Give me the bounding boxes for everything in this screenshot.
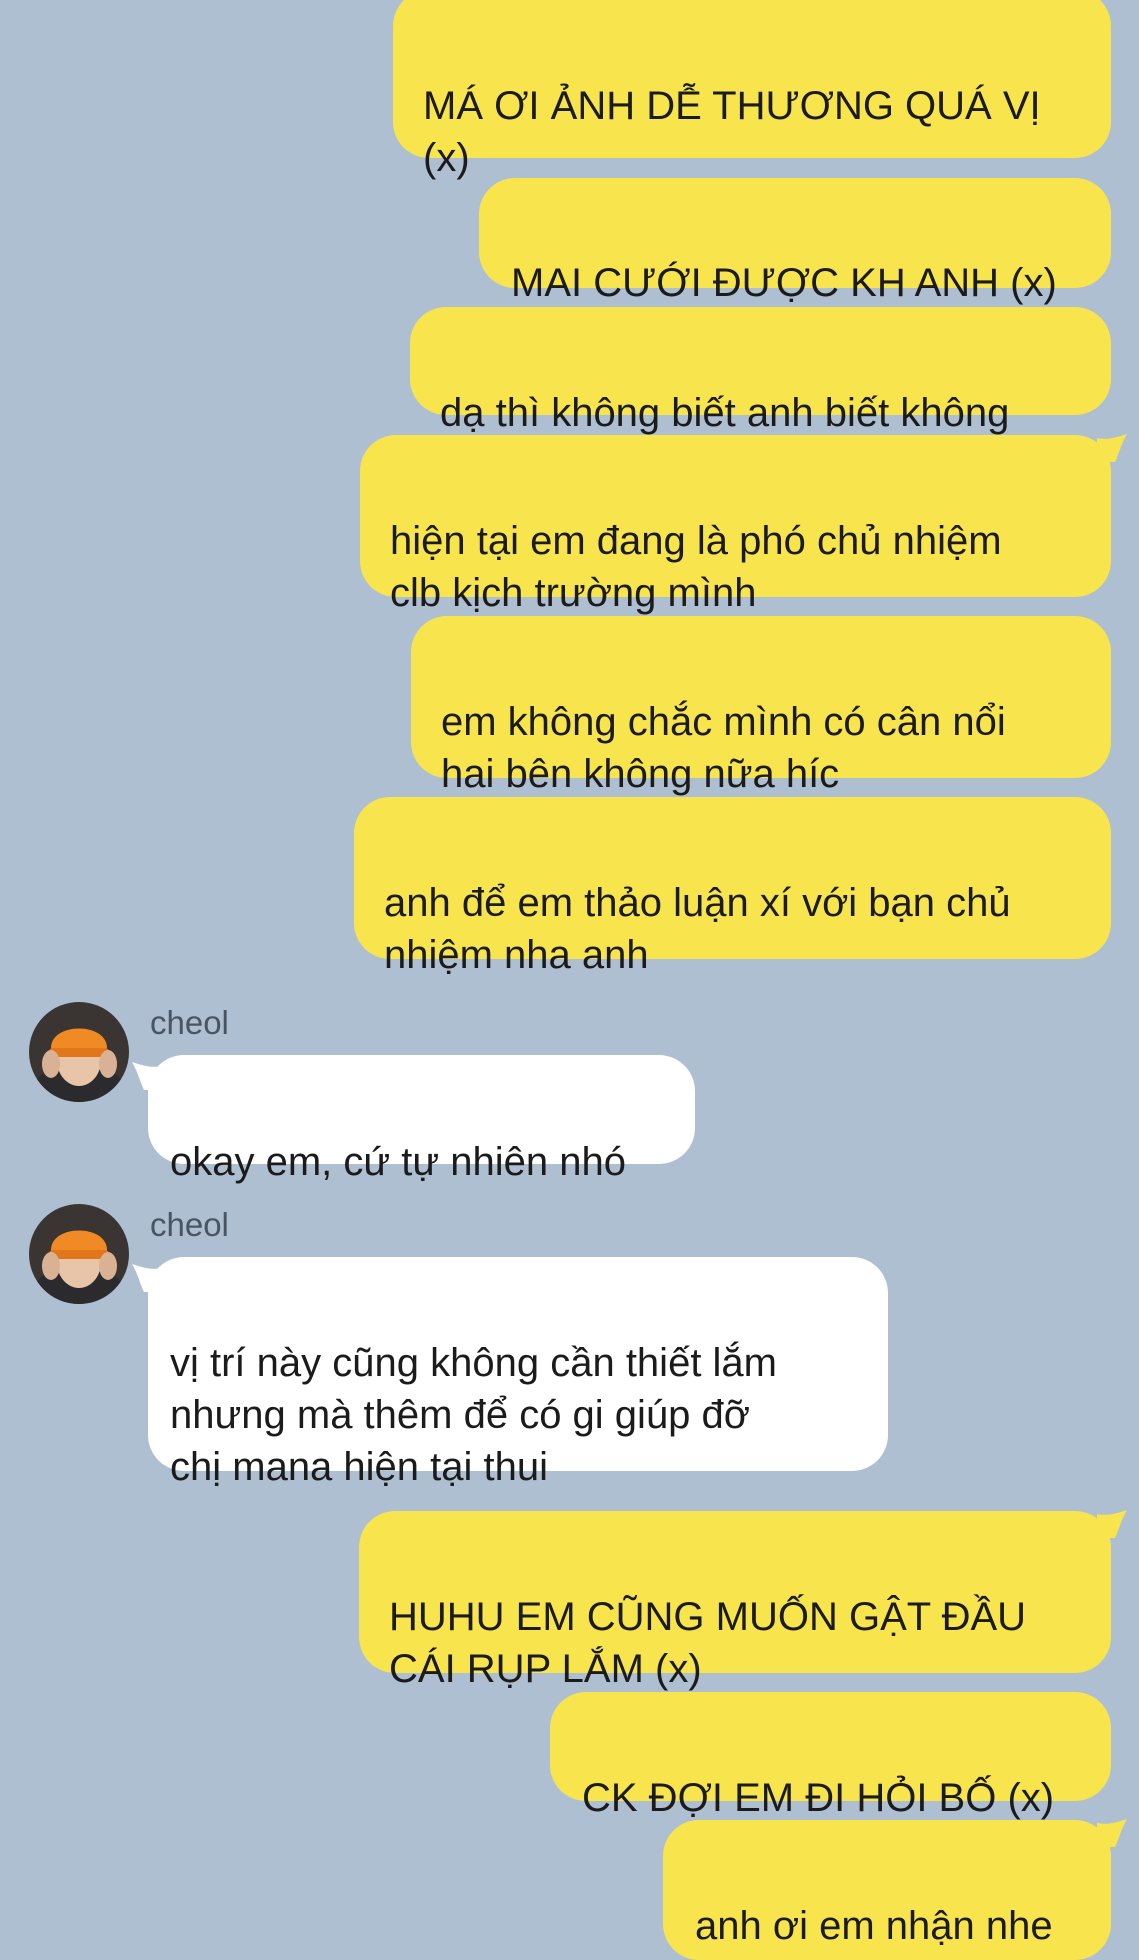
message-text: MAI CƯỚI ĐƯỢC KH ANH (x): [511, 261, 1057, 305]
outgoing-message[interactable]: CK ĐỢI EM ĐI HỎI BỐ (x): [550, 1692, 1111, 1820]
outgoing-message[interactable]: anh ơi em nhận nhe: [663, 1820, 1111, 1960]
message-text: em không chắc mình có cân nổi hai bên kh…: [441, 700, 1006, 796]
message-text: hiện tại em đang là phó chủ nhiệm clb kị…: [390, 519, 1002, 615]
avatar-photo-icon: [29, 1204, 129, 1304]
incoming-message[interactable]: vị trí này cũng không cần thiết lắm nhưn…: [148, 1257, 888, 1489]
message-text: okay em, cứ tự nhiên nhó: [170, 1140, 627, 1184]
sender-name: cheol: [150, 1004, 229, 1041]
message-text: dạ thì không biết anh biết không: [440, 391, 1010, 435]
message-text: MÁ ƠI ẢNH DỄ THƯƠNG QUÁ VỊ (x): [423, 84, 1041, 180]
outgoing-message[interactable]: anh để em thảo luận xí với bạn chủ nhiệm…: [354, 797, 1111, 977]
message-text: anh để em thảo luận xí với bạn chủ nhiệm…: [384, 881, 1011, 977]
message-text: HUHU EM CŨNG MUỐN GẬT ĐẦU CÁI RỤP LẮM (x…: [389, 1595, 1027, 1691]
outgoing-message[interactable]: HUHU EM CŨNG MUỐN GẬT ĐẦU CÁI RỤP LẮM (x…: [359, 1511, 1111, 1691]
message-text: vị trí này cũng không cần thiết lắm nhưn…: [170, 1341, 777, 1489]
outgoing-message[interactable]: em không chắc mình có cân nổi hai bên kh…: [411, 616, 1111, 796]
outgoing-message[interactable]: hiện tại em đang là phó chủ nhiệm clb kị…: [360, 435, 1111, 615]
outgoing-message[interactable]: MAI CƯỚI ĐƯỢC KH ANH (x): [479, 178, 1111, 305]
sender-name: cheol: [150, 1206, 229, 1243]
contact-avatar[interactable]: [29, 1204, 129, 1304]
chat-thread[interactable]: MÁ ƠI ẢNH DỄ THƯƠNG QUÁ VỊ (x) MAI CƯỚI …: [0, 0, 1139, 1960]
outgoing-message[interactable]: MÁ ƠI ẢNH DỄ THƯƠNG QUÁ VỊ (x): [393, 0, 1111, 180]
avatar-photo-icon: [29, 1002, 129, 1102]
message-text: CK ĐỢI EM ĐI HỎI BỐ (x): [582, 1776, 1055, 1820]
message-text: anh ơi em nhận nhe: [695, 1904, 1053, 1948]
outgoing-message[interactable]: dạ thì không biết anh biết không: [410, 307, 1111, 435]
incoming-message[interactable]: okay em, cứ tự nhiên nhó: [148, 1055, 695, 1184]
contact-avatar[interactable]: [29, 1002, 129, 1102]
